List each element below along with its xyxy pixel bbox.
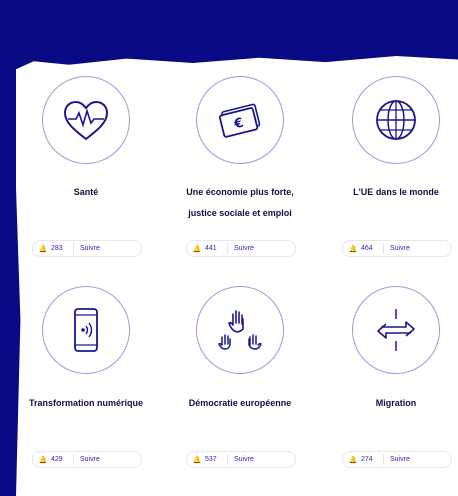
topic-circle-economie[interactable]: € [196, 76, 284, 164]
follow-pill: 🔔 441 Suivre [186, 240, 296, 257]
raised-hands-icon [218, 310, 262, 350]
divider [383, 243, 384, 254]
topic-title[interactable]: Santé [11, 182, 161, 202]
topic-title[interactable]: Une économie plus forte, [165, 182, 315, 202]
follow-pill: 🔔 274 Suivre [342, 451, 452, 468]
followers-count: 537 [205, 456, 217, 463]
follow-button[interactable]: Suivre [390, 245, 410, 252]
topic-circle-sante[interactable] [42, 76, 130, 164]
followers-count: 274 [361, 456, 373, 463]
topic-title[interactable]: Démocratie européenne [165, 393, 315, 413]
follow-pill: 🔔 429 Suivre [32, 451, 142, 468]
follow-button[interactable]: Suivre [80, 456, 100, 463]
followers-count: 283 [51, 245, 63, 252]
followers-count: 441 [205, 245, 217, 252]
migration-arrows-icon [377, 309, 415, 351]
bell-icon: 🔔 [38, 245, 48, 253]
heartbeat-icon [63, 100, 109, 141]
follow-button[interactable]: Suivre [390, 456, 410, 463]
bell-icon: 🔔 [192, 456, 202, 464]
bell-icon: 🔔 [38, 456, 48, 464]
divider [73, 454, 74, 465]
follow-button[interactable]: Suivre [234, 245, 254, 252]
divider [227, 454, 228, 465]
follow-pill: 🔔 537 Suivre [186, 451, 296, 468]
topic-title-line2[interactable]: justice sociale et emploi [165, 203, 315, 223]
follow-button[interactable]: Suivre [80, 245, 100, 252]
follow-pill: 🔔 464 Suivre [342, 240, 452, 257]
euro-banknotes-icon: € [218, 103, 261, 138]
topic-circle-migration[interactable] [352, 286, 440, 374]
divider [227, 243, 228, 254]
divider [383, 454, 384, 465]
topic-title[interactable]: Migration [321, 393, 458, 413]
topic-circle-democratie[interactable] [196, 286, 284, 374]
followers-count: 429 [51, 456, 63, 463]
bell-icon: 🔔 [348, 456, 358, 464]
bell-icon: 🔔 [192, 245, 202, 253]
globe-icon [376, 100, 416, 140]
bell-icon: 🔔 [348, 245, 358, 253]
smartphone-icon [74, 308, 98, 352]
topic-circle-numerique[interactable] [42, 286, 130, 374]
topic-circle-ue-monde[interactable] [352, 76, 440, 164]
follow-button[interactable]: Suivre [234, 456, 254, 463]
topic-title[interactable]: Transformation numérique [11, 393, 161, 413]
topic-title[interactable]: L'UE dans le monde [321, 182, 458, 202]
followers-count: 464 [361, 245, 373, 252]
follow-pill: 🔔 283 Suivre [32, 240, 142, 257]
divider [73, 243, 74, 254]
